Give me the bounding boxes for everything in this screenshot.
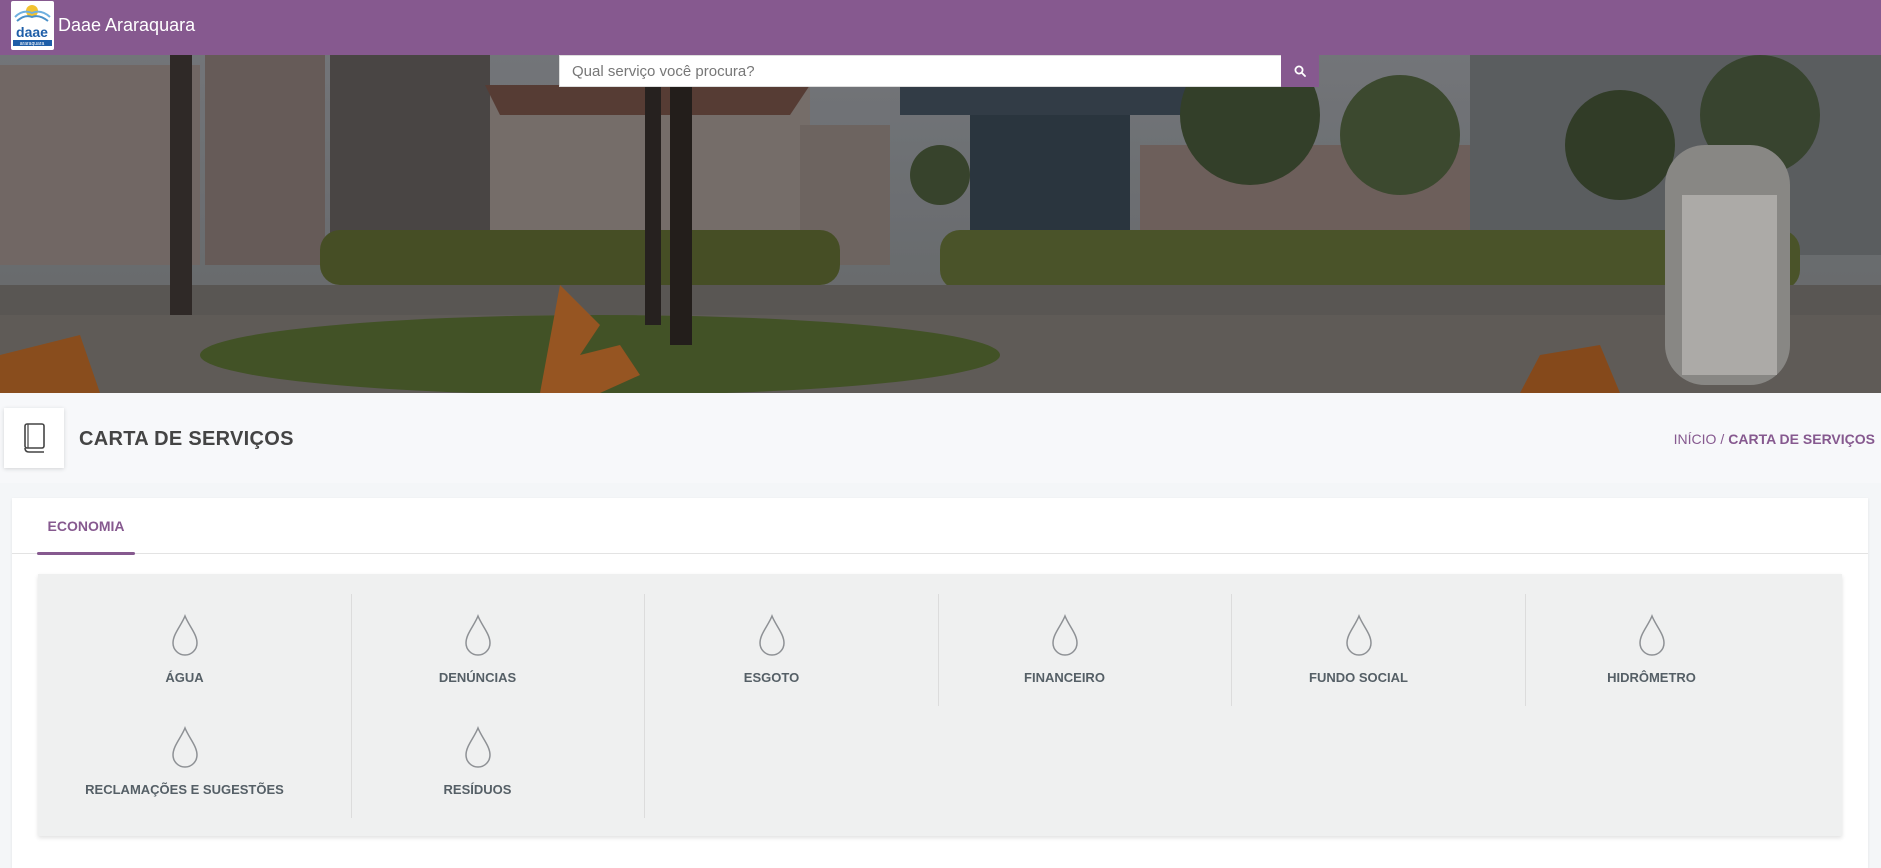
- category-reclamacoes-e-sugestoes[interactable]: RECLAMAÇÕES E SUGESTÕES: [38, 706, 331, 818]
- brand-name[interactable]: Daae Araraquara: [58, 15, 195, 36]
- book-icon: [24, 423, 45, 453]
- water-drop-icon: [171, 614, 198, 656]
- category-esgoto[interactable]: ESGOTO: [625, 594, 918, 706]
- page-title: CARTA DE SERVIÇOS: [79, 428, 294, 450]
- search-input[interactable]: [559, 55, 1281, 87]
- category-label: RESÍDUOS: [443, 782, 512, 797]
- page-header: CARTA DE SERVIÇOS INÍCIO / CARTA DE SERVIÇ…: [0, 393, 1881, 483]
- daae-logo[interactable]: daae araraquara: [11, 1, 54, 50]
- category-label: DENÚNCIAS: [438, 670, 517, 685]
- category-hidrometro[interactable]: HIDRÔMETRO: [1505, 594, 1798, 706]
- breadcrumb-current: CARTA DE SERVIÇOS: [1728, 431, 1875, 447]
- hero-photo: [0, 55, 1881, 393]
- breadcrumb: INÍCIO / CARTA DE SERVIÇOS: [1674, 431, 1875, 447]
- category-label: ÁGUA: [165, 670, 204, 685]
- water-drop-icon: [758, 614, 785, 656]
- tab-economia[interactable]: ECONOMIA: [37, 498, 135, 555]
- hero-banner: [0, 55, 1881, 393]
- category-label: FUNDO SOCIAL: [1309, 670, 1408, 685]
- category-agua[interactable]: ÁGUA: [38, 594, 331, 706]
- service-search-bar: [559, 55, 1319, 87]
- breadcrumb-separator: /: [1720, 431, 1725, 447]
- category-fundo-social[interactable]: FUNDO SOCIAL: [1212, 594, 1505, 706]
- grid-divider: [644, 594, 645, 818]
- grid-divider: [1525, 594, 1526, 706]
- logo-image: daae araraquara: [13, 5, 52, 47]
- search-button[interactable]: [1281, 55, 1319, 87]
- grid-divider: [1231, 594, 1232, 706]
- water-drop-icon: [1051, 614, 1078, 656]
- category-label: ESGOTO: [743, 670, 800, 685]
- water-drop-icon: [464, 726, 491, 768]
- category-label: FINANCEIRO: [1024, 670, 1105, 685]
- water-drop-icon: [171, 726, 198, 768]
- category-grid: ÁGUA DENÚNCIAS ESGOTO FINANCEIRO FUNDO S…: [38, 574, 1842, 836]
- water-drop-icon: [1345, 614, 1372, 656]
- category-label: RECLAMAÇÕES E SUGESTÕES: [85, 782, 284, 797]
- grid-divider: [938, 594, 939, 706]
- logo-text: daae: [16, 24, 48, 40]
- services-card: ECONOMIA ÁGUA DENÚNCIAS ESGOTO FINANCEIR…: [12, 498, 1868, 868]
- logo-subtext: araraquara: [20, 41, 45, 47]
- tab-bar: ECONOMIA: [12, 498, 1868, 555]
- title-icon-box: [4, 408, 64, 468]
- category-denuncias[interactable]: DENÚNCIAS: [331, 594, 624, 706]
- category-financeiro[interactable]: FINANCEIRO: [918, 594, 1211, 706]
- water-drop-icon: [464, 614, 491, 656]
- breadcrumb-home[interactable]: INÍCIO: [1674, 431, 1717, 447]
- category-residuos[interactable]: RESÍDUOS: [331, 706, 624, 818]
- water-drop-icon: [1638, 614, 1665, 656]
- grid-divider: [351, 594, 352, 818]
- top-navbar: daae araraquara Daae Araraquara: [0, 0, 1881, 55]
- search-icon: [1294, 65, 1306, 77]
- category-label: HIDRÔMETRO: [1607, 670, 1696, 685]
